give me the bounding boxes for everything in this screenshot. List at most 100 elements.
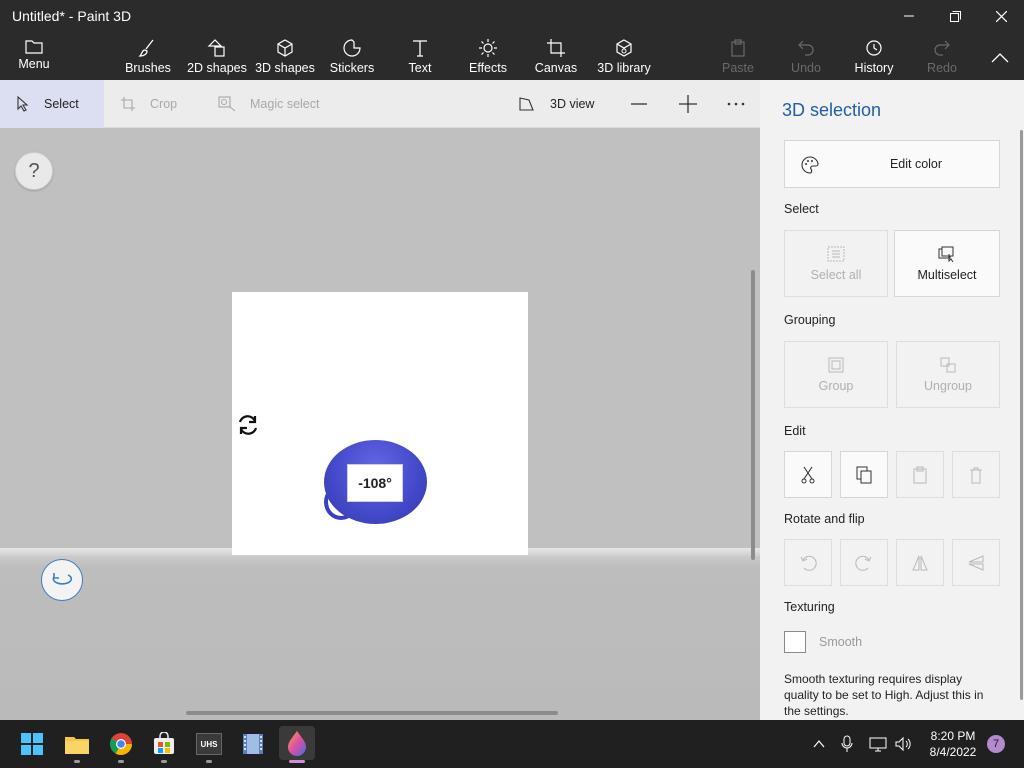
select-all-label: Select all	[810, 267, 862, 282]
canvas-icon	[547, 39, 565, 57]
tab-brushes-label: Brushes	[125, 61, 171, 75]
vhs-icon: UHS	[196, 733, 222, 755]
delete-button[interactable]	[952, 451, 1000, 498]
start-button[interactable]	[16, 728, 48, 760]
cut-button[interactable]	[784, 451, 832, 498]
tab-effects-label: Effects	[469, 61, 507, 75]
select-all-button[interactable]: Select all	[784, 230, 888, 297]
3d-shapes-icon	[277, 39, 293, 57]
explorer-indicator	[74, 760, 80, 763]
texturing-heading: Texturing	[784, 600, 835, 614]
volume-button[interactable]	[893, 732, 913, 756]
flip-vertical-icon	[968, 554, 984, 571]
scissors-icon	[801, 466, 815, 483]
horizontal-scrollbar[interactable]	[186, 711, 558, 715]
paste-button[interactable]: Paste	[718, 32, 758, 80]
ground-plane	[0, 548, 760, 720]
redo-button[interactable]: Redo	[922, 32, 962, 80]
panel-title: 3D selection	[782, 100, 882, 120]
system-clock[interactable]: 8:20 PM 8/4/2022	[920, 728, 986, 760]
crop-tool[interactable]: Crop	[120, 80, 177, 128]
redo-label: Redo	[927, 61, 957, 75]
group-button[interactable]: Group	[784, 341, 888, 408]
notification-badge[interactable]: 7	[987, 735, 1005, 753]
collapse-ribbon-button[interactable]	[982, 32, 1018, 80]
rotate-left-button[interactable]	[784, 539, 832, 586]
edit-color-button[interactable]: Edit color	[784, 140, 1000, 188]
paste-panel-button[interactable]	[896, 451, 944, 498]
ungroup-button[interactable]: Ungroup	[896, 341, 1000, 408]
tab-2d-shapes[interactable]: 2D shapes	[186, 32, 248, 80]
crop-icon	[121, 97, 135, 111]
undo-button[interactable]: Undo	[786, 32, 826, 80]
multiselect-icon	[938, 246, 954, 262]
menu-label: Menu	[18, 57, 50, 71]
store-indicator	[161, 760, 167, 763]
help-button[interactable]: ?	[15, 152, 53, 190]
close-button[interactable]	[978, 0, 1024, 32]
select-tool[interactable]: Select	[0, 80, 104, 128]
show-hidden-icons-button[interactable]	[810, 732, 828, 756]
chrome-indicator	[118, 760, 124, 763]
copy-button[interactable]	[840, 451, 888, 498]
panel-scrollbar[interactable]	[1020, 130, 1023, 700]
tab-text[interactable]: Text	[400, 32, 440, 80]
tab-brushes[interactable]: Brushes	[122, 32, 174, 80]
edit-heading: Edit	[784, 424, 806, 438]
vhs-taskbar-button[interactable]: UHS	[193, 728, 225, 760]
vertical-scrollbar[interactable]	[751, 270, 755, 560]
microphone-button[interactable]	[838, 732, 856, 756]
tab-3d-shapes-label: 3D shapes	[255, 61, 315, 75]
paint3d-taskbar-button[interactable]	[279, 726, 315, 760]
close-icon	[995, 10, 1007, 22]
undo-label: Undo	[791, 61, 821, 75]
tab-3d-library[interactable]: 3D library	[596, 32, 652, 80]
restore-icon	[949, 10, 961, 22]
tab-effects[interactable]: Effects	[466, 32, 510, 80]
chrome-taskbar-button[interactable]	[105, 728, 137, 760]
title-bar: Untitled* - Paint 3D	[0, 0, 1024, 32]
orbit-icon	[52, 573, 73, 585]
clock-date: 8/4/2022	[929, 745, 977, 759]
orbit-control[interactable]	[41, 559, 83, 601]
minimize-button[interactable]	[886, 0, 932, 32]
folder-icon	[65, 737, 89, 754]
menu-button[interactable]: Menu	[0, 32, 68, 80]
zoom-in-button[interactable]	[679, 80, 711, 128]
grouping-heading: Grouping	[784, 313, 836, 327]
crop-label: Crop	[150, 97, 178, 111]
flip-vertical-button[interactable]	[952, 539, 1000, 586]
flip-horizontal-button[interactable]	[896, 539, 944, 586]
paste-icon	[731, 39, 745, 57]
network-button[interactable]	[868, 732, 888, 756]
paste-icon	[913, 466, 927, 483]
tab-canvas[interactable]: Canvas	[534, 32, 578, 80]
canvas-area[interactable]: ? -108°	[0, 128, 760, 720]
3d-view-toggle[interactable]: 3D view	[518, 80, 594, 128]
rotate-right-icon	[855, 555, 872, 571]
network-icon	[869, 737, 887, 752]
trash-icon	[970, 467, 982, 483]
restore-button[interactable]	[932, 0, 978, 32]
smooth-checkbox[interactable]	[784, 631, 806, 653]
zoom-out-button[interactable]	[631, 80, 661, 128]
file-explorer-taskbar-button[interactable]	[61, 728, 93, 760]
tab-stickers[interactable]: Stickers	[328, 32, 376, 80]
3d-view-label: 3D view	[550, 97, 595, 111]
taskbar: UHS 8:20 PM 8/4/2022 7	[0, 720, 1024, 768]
magic-select-tool[interactable]: Magic select	[218, 80, 319, 128]
more-icon	[727, 102, 745, 106]
tab-2d-shapes-label: 2D shapes	[187, 61, 247, 75]
store-taskbar-button[interactable]	[148, 728, 180, 760]
select-label: Select	[44, 97, 79, 111]
more-options-button[interactable]	[727, 80, 759, 128]
history-button[interactable]: History	[852, 32, 896, 80]
multiselect-button[interactable]: Multiselect	[894, 230, 1000, 297]
brush-icon	[138, 39, 154, 57]
tab-3d-shapes[interactable]: 3D shapes	[254, 32, 316, 80]
video-taskbar-button[interactable]	[237, 728, 269, 760]
rotate-right-button[interactable]	[840, 539, 888, 586]
flip-horizontal-icon	[912, 555, 928, 570]
smooth-label: Smooth	[819, 635, 863, 649]
paint3d-icon	[288, 731, 306, 756]
